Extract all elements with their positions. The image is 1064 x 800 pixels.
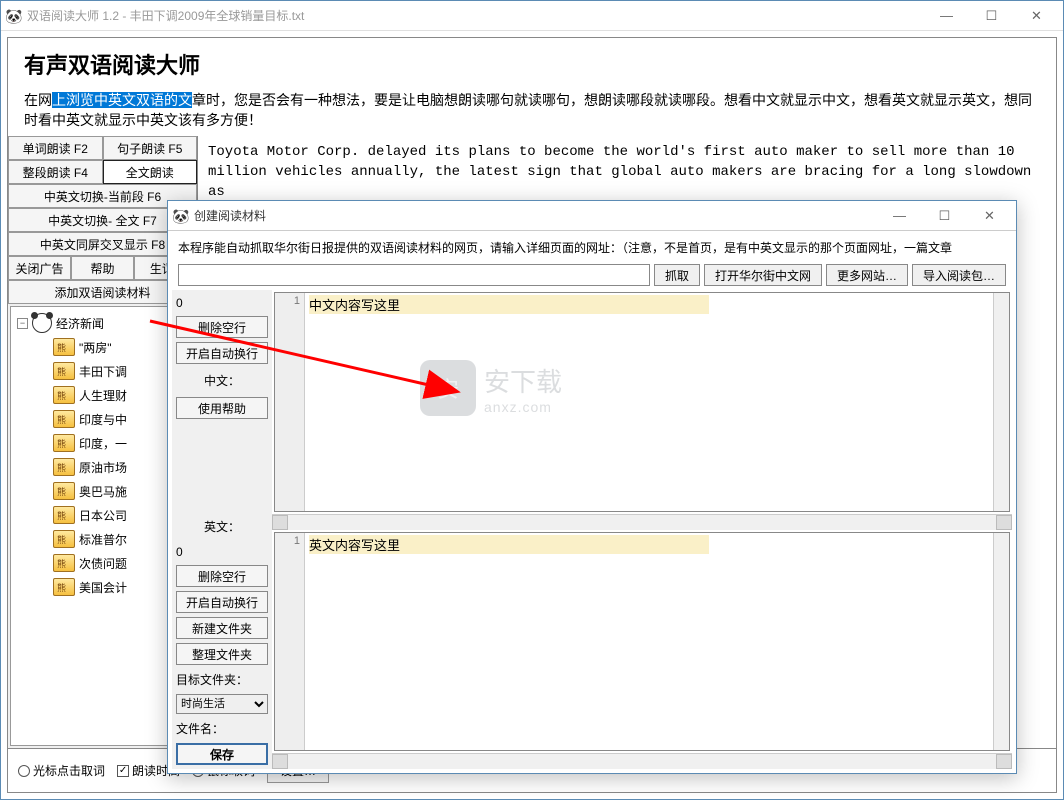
page-title: 有声双语阅读大师	[24, 48, 1040, 80]
target-folder-select[interactable]: 时尚生活	[176, 694, 268, 714]
delete-blank-lines-button-2[interactable]: 删除空行	[176, 565, 268, 587]
tree-item-label: 印度与中	[79, 411, 127, 428]
close-button[interactable]: ✕	[1014, 2, 1059, 30]
dialog-sidebar: 0 删除空行 开启自动换行 中文： 使用帮助 英文： 0 删除空行 开启自动换行…	[172, 290, 272, 769]
tree-item-label: 奥巴马施	[79, 483, 127, 500]
tree-item-label: 印度，一	[79, 435, 127, 452]
dialog-titlebar: 🐼 创建阅读材料 — ☐ ✕	[168, 201, 1016, 231]
tree-item[interactable]: "两房"	[13, 335, 192, 359]
target-folder-label: 目标文件夹：	[176, 669, 268, 690]
chinese-editor[interactable]: 1 中文内容写这里	[274, 292, 1010, 512]
paragraph-read-button[interactable]: 整段朗读 F4	[8, 160, 103, 184]
main-titlebar: 🐼 双语阅读大师 1.2 - 丰田下调2009年全球销量目标.txt — ☐ ✕	[1, 1, 1063, 31]
app-icon: 🐼	[5, 8, 21, 24]
tree-item[interactable]: 次债问题	[13, 551, 192, 575]
cursor-pick-radio[interactable]: 光标点击取词	[18, 762, 105, 779]
tree-item-label: 人生理财	[79, 387, 127, 404]
tree-item-label: 标准普尔	[79, 531, 127, 548]
scrollbar-vertical-en[interactable]	[993, 533, 1009, 751]
maximize-button[interactable]: ☐	[969, 2, 1014, 30]
folder-icon	[53, 362, 75, 380]
use-help-button[interactable]: 使用帮助	[176, 397, 268, 419]
tree-item[interactable]: 原油市场	[13, 455, 192, 479]
selected-text: 上浏览中英文双语的文	[52, 92, 192, 108]
tree-item[interactable]: 美国会计	[13, 575, 192, 599]
tree-item[interactable]: 印度与中	[13, 407, 192, 431]
scrollbar-horizontal-en[interactable]	[272, 753, 1012, 769]
scrollbar-vertical[interactable]	[993, 293, 1009, 511]
folder-icon	[53, 386, 75, 404]
line-gutter-en: 1	[275, 533, 305, 751]
minimize-button[interactable]: —	[924, 2, 969, 30]
tree-item[interactable]: 印度，一	[13, 431, 192, 455]
folder-icon	[53, 482, 75, 500]
auto-wrap-button-2[interactable]: 开启自动换行	[176, 591, 268, 613]
word-read-button[interactable]: 单词朗读 F2	[8, 136, 103, 160]
filename-label: 文件名：	[176, 718, 268, 739]
folder-icon	[53, 578, 75, 596]
en-count: 0	[176, 543, 268, 561]
cn-count: 0	[176, 294, 268, 312]
fetch-button[interactable]: 抓取	[654, 264, 700, 286]
tree-item-label: 丰田下调	[79, 363, 127, 380]
scrollbar-horizontal-cn[interactable]	[272, 514, 1012, 530]
sentence-read-button[interactable]: 句子朗读 F5	[103, 136, 198, 160]
open-wsj-button[interactable]: 打开华尔街中文网	[704, 264, 822, 286]
english-label: 英文：	[176, 514, 268, 539]
tree-root[interactable]: − 经济新闻	[13, 311, 192, 335]
new-folder-button[interactable]: 新建文件夹	[176, 617, 268, 639]
tree-item-label: 日本公司	[79, 507, 127, 524]
more-sites-button[interactable]: 更多网站…	[826, 264, 908, 286]
document-subtext: 在网上浏览中英文双语的文章时，您是否会有一种想法，要是让电脑想朗读哪句就读哪句，…	[24, 90, 1040, 130]
folder-icon	[53, 554, 75, 572]
tree-collapse-icon[interactable]: −	[17, 318, 28, 329]
line-gutter-cn: 1	[275, 293, 305, 511]
folder-icon	[53, 458, 75, 476]
tree-item-label: 美国会计	[79, 579, 127, 596]
save-button[interactable]: 保存	[176, 743, 268, 765]
folder-icon	[53, 410, 75, 428]
dialog-maximize-button[interactable]: ☐	[922, 202, 967, 230]
folder-icon	[53, 434, 75, 452]
english-editor[interactable]: 1 英文内容写这里	[274, 532, 1010, 752]
folder-icon	[53, 338, 75, 356]
document-header: 有声双语阅读大师 在网上浏览中英文双语的文章时，您是否会有一种想法，要是让电脑想…	[8, 38, 1056, 136]
tree-item[interactable]: 人生理财	[13, 383, 192, 407]
window-title: 双语阅读大师 1.2 - 丰田下调2009年全球销量目标.txt	[27, 7, 924, 24]
folder-icon	[53, 530, 75, 548]
auto-wrap-button[interactable]: 开启自动换行	[176, 342, 268, 364]
tree-item-label: 原油市场	[79, 459, 127, 476]
dialog-instructions: 本程序能自动抓取华尔街日报提供的双语阅读材料的网页，请输入详细页面的网址：（注意…	[172, 235, 1012, 260]
tree-item[interactable]: 标准普尔	[13, 527, 192, 551]
url-input[interactable]	[178, 264, 650, 286]
organize-folder-button[interactable]: 整理文件夹	[176, 643, 268, 665]
dialog-close-button[interactable]: ✕	[967, 202, 1012, 230]
tree-item-label: "两房"	[79, 339, 112, 356]
import-pack-button[interactable]: 导入阅读包…	[912, 264, 1006, 286]
tree-item-label: 次债问题	[79, 555, 127, 572]
chinese-label: 中文：	[176, 368, 268, 393]
tree-item[interactable]: 日本公司	[13, 503, 192, 527]
en-placeholder-text: 英文内容写这里	[309, 535, 709, 554]
folder-icon	[53, 506, 75, 524]
close-ads-button[interactable]: 关闭广告	[8, 256, 71, 280]
dialog-minimize-button[interactable]: —	[877, 202, 922, 230]
help-button[interactable]: 帮助	[71, 256, 134, 280]
tree-item[interactable]: 丰田下调	[13, 359, 192, 383]
tree-item[interactable]: 奥巴马施	[13, 479, 192, 503]
viewer-text[interactable]: Toyota Motor Corp. delayed its plans to …	[198, 136, 1056, 208]
dialog-title: 创建阅读材料	[194, 207, 877, 224]
create-material-dialog: 🐼 创建阅读材料 — ☐ ✕ 本程序能自动抓取华尔街日报提供的双语阅读材料的网页…	[167, 200, 1017, 774]
panda-icon	[32, 313, 52, 333]
delete-blank-lines-button[interactable]: 删除空行	[176, 316, 268, 338]
cn-placeholder-text: 中文内容写这里	[309, 295, 709, 314]
fulltext-read-button[interactable]: 全文朗读	[103, 160, 198, 184]
dialog-icon: 🐼	[172, 208, 188, 224]
